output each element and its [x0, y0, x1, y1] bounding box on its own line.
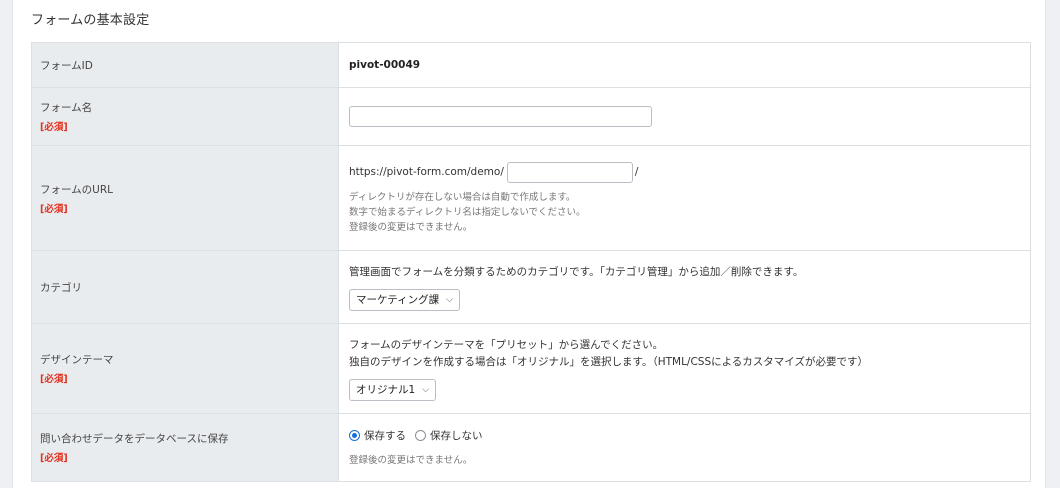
form-id-label: フォームID	[40, 59, 93, 72]
url-help-3: 登録後の変更はできません。	[349, 221, 473, 233]
category-label: カテゴリ	[40, 281, 82, 294]
form-url-label: フォームのURL	[40, 183, 114, 196]
row-form-id: フォームID pivot-00049	[31, 42, 1031, 88]
form-id-value: pivot-00049	[349, 59, 421, 71]
url-line: https://pivot-form.com/demo/ /	[349, 161, 1030, 183]
radio-no-save-label: 保存しない	[430, 429, 483, 442]
row-save-db: 問い合わせデータをデータベースに保存 [必須] 保存する 保存しない 登録後の変…	[31, 413, 1031, 482]
category-select[interactable]: マーケティング課 ⌵	[349, 288, 460, 311]
row-form-name: フォーム名 [必須]	[31, 87, 1031, 146]
theme-description-1: フォームのデザインテーマを「プリセット」から選んでください。	[349, 338, 664, 351]
theme-select[interactable]: オリジナル1 ⌵	[349, 378, 437, 401]
row-form-url: フォームのURL [必須] https://pivot-form.com/dem…	[31, 145, 1031, 251]
required-badge: [必須]	[40, 374, 68, 385]
category-description: 管理画面でフォームを分類するためのカテゴリです。「カテゴリ管理」から追加／削除で…	[349, 265, 804, 278]
settings-card: フォームの基本設定 フォームID pivot-00049 フォーム名 [必須] …	[12, 0, 1046, 488]
url-help-2: 数字で始まるディレクトリ名は指定しないでください。	[349, 206, 586, 218]
url-prefix: https://pivot-form.com/demo/	[349, 166, 504, 178]
save-db-help: 登録後の変更はできません。	[349, 454, 473, 466]
form-name-input[interactable]	[349, 106, 652, 127]
required-badge: [必須]	[40, 453, 68, 464]
chevron-down-icon: ⌵	[446, 294, 453, 305]
chevron-down-icon: ⌵	[422, 384, 430, 395]
url-help-1: ディレクトリが存在しない場合は自動で作成します。	[349, 191, 576, 203]
design-theme-label: デザインテーマ	[40, 354, 114, 366]
radio-save[interactable]: 保存する	[349, 428, 406, 443]
form-name-label: フォーム名	[40, 102, 93, 114]
required-badge: [必須]	[40, 203, 68, 215]
section-title: フォームの基本設定	[31, 13, 150, 28]
save-db-radio-group: 保存する 保存しない	[349, 428, 1030, 443]
radio-unchecked-icon[interactable]	[415, 429, 426, 441]
radio-checked-icon[interactable]	[349, 429, 360, 441]
category-selected-value: マーケティング課	[356, 294, 440, 306]
theme-description-2: 独自のデザインを作成する場合は「オリジナル」を選択します。（HTML/CSSによ…	[349, 355, 868, 368]
radio-no-save[interactable]: 保存しない	[415, 428, 483, 443]
radio-save-label: 保存する	[364, 429, 406, 442]
row-design-theme: デザインテーマ [必須] フォームのデザインテーマを「プリセット」から選んでくだ…	[31, 323, 1031, 414]
required-badge: [必須]	[40, 122, 68, 133]
url-path-input[interactable]	[506, 161, 633, 183]
theme-selected-value: オリジナル1	[356, 384, 416, 396]
url-suffix: /	[634, 166, 639, 178]
row-category: カテゴリ 管理画面でフォームを分類するためのカテゴリです。「カテゴリ管理」から追…	[31, 250, 1031, 324]
settings-table: フォームID pivot-00049 フォーム名 [必須] フォームのURL […	[31, 42, 1031, 482]
save-db-label: 問い合わせデータをデータベースに保存	[40, 433, 229, 445]
